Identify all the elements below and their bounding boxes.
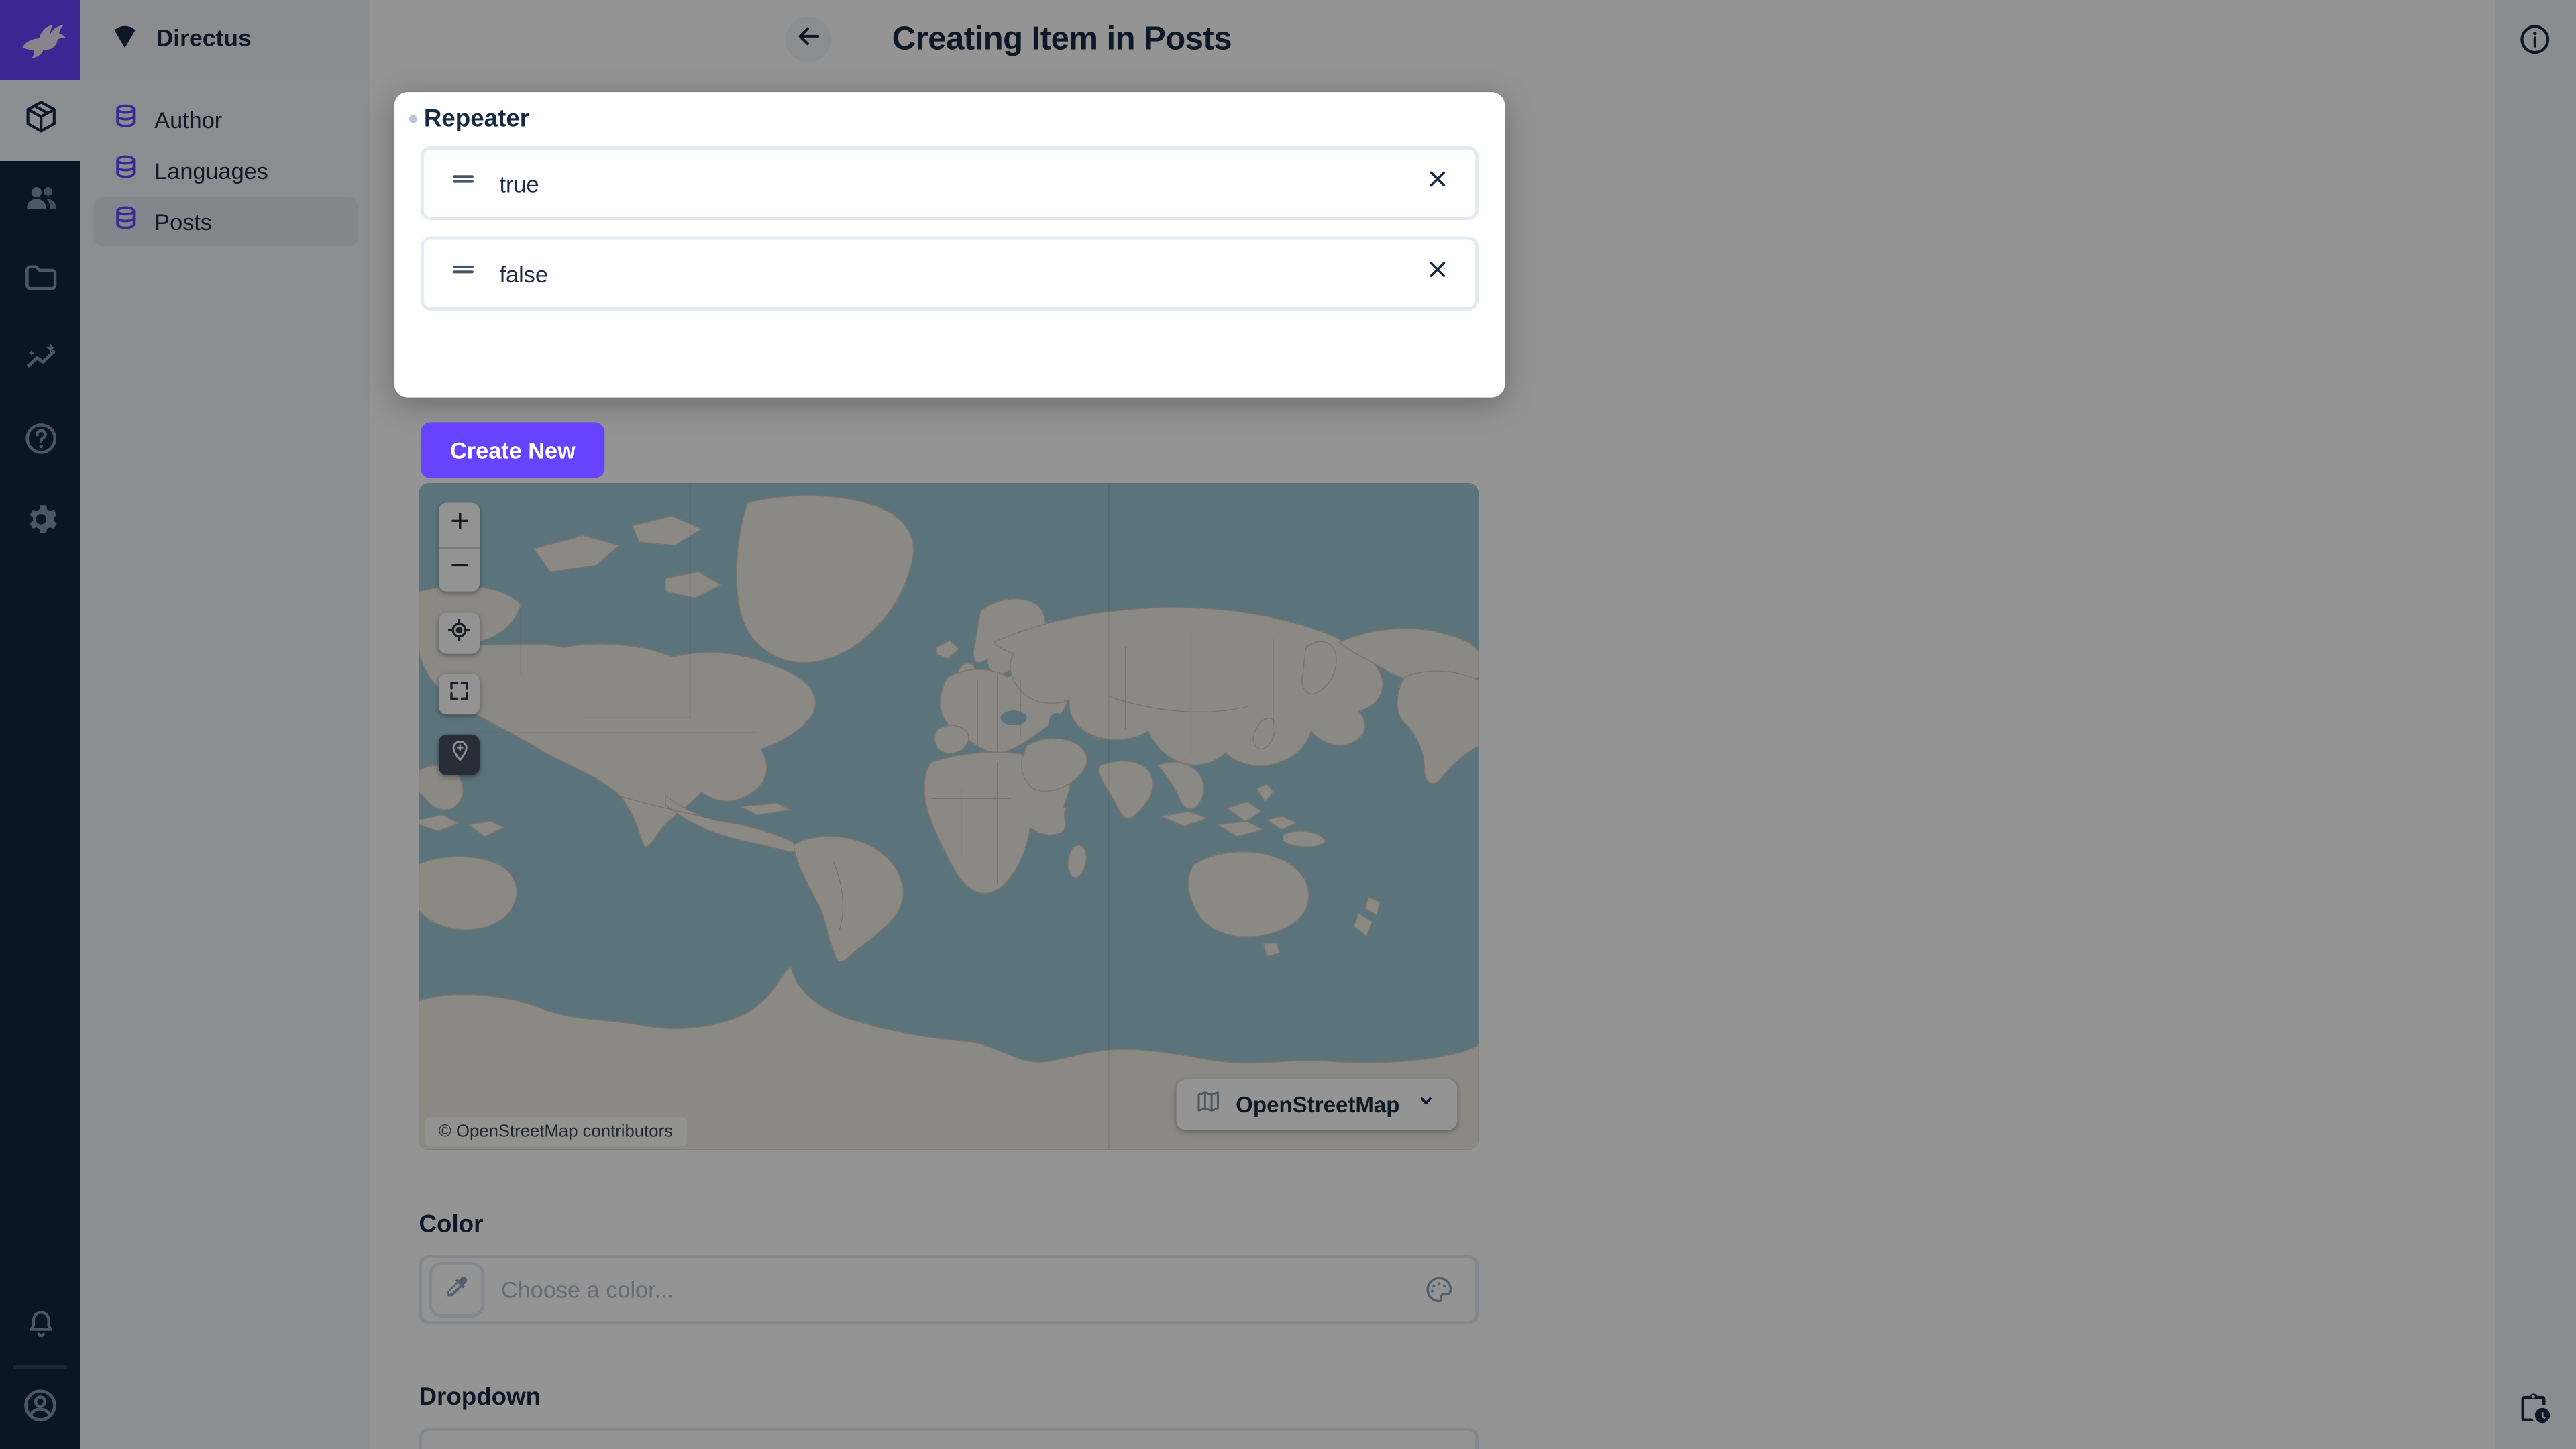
drag-handle-icon[interactable] — [447, 253, 480, 294]
repeater-field-label: Repeater — [424, 105, 529, 133]
repeater-item-row[interactable]: true — [421, 146, 1479, 220]
repeater-item-value: true — [499, 170, 1422, 196]
close-icon[interactable] — [1423, 164, 1452, 202]
repeater-popover: Repeater true false Create New — [394, 92, 1505, 398]
drag-handle-icon[interactable] — [447, 162, 480, 203]
directus-app: Creating Item in Posts Map — [0, 0, 2576, 1449]
field-edited-dot — [409, 115, 417, 123]
create-new-button[interactable]: Create New — [421, 422, 605, 478]
repeater-item-value: false — [499, 260, 1422, 286]
repeater-item-row[interactable]: false — [421, 237, 1479, 311]
close-icon[interactable] — [1423, 255, 1452, 292]
